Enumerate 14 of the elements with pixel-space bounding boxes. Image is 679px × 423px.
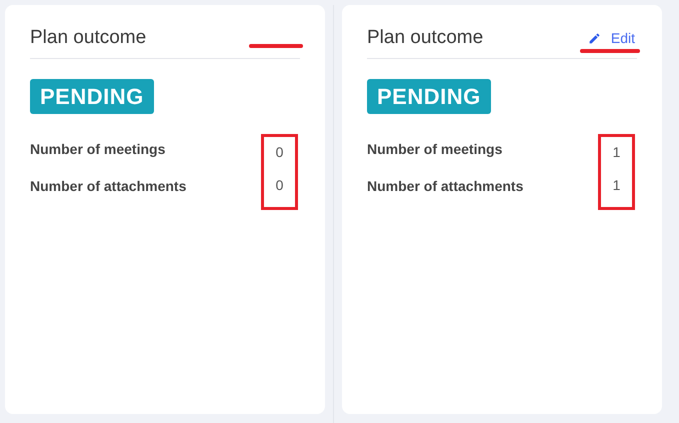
status-badge: PENDING (367, 79, 491, 114)
stat-label: Number of meetings (367, 140, 504, 159)
card-title: Plan outcome (367, 26, 484, 50)
status-badge: PENDING (30, 79, 154, 114)
pencil-icon (588, 32, 601, 45)
edit-button[interactable]: Edit (588, 28, 637, 49)
stat-label: Number of meetings (30, 140, 166, 159)
card-title: Plan outcome (30, 26, 146, 50)
stat-label: Number of attachments (367, 177, 524, 196)
stat-value: 1 (612, 176, 620, 194)
stat-value: 1 (612, 143, 620, 162)
stat-value: 0 (276, 176, 284, 194)
stat-label: Number of attachments (30, 177, 186, 196)
stat-value: 0 (276, 143, 284, 162)
